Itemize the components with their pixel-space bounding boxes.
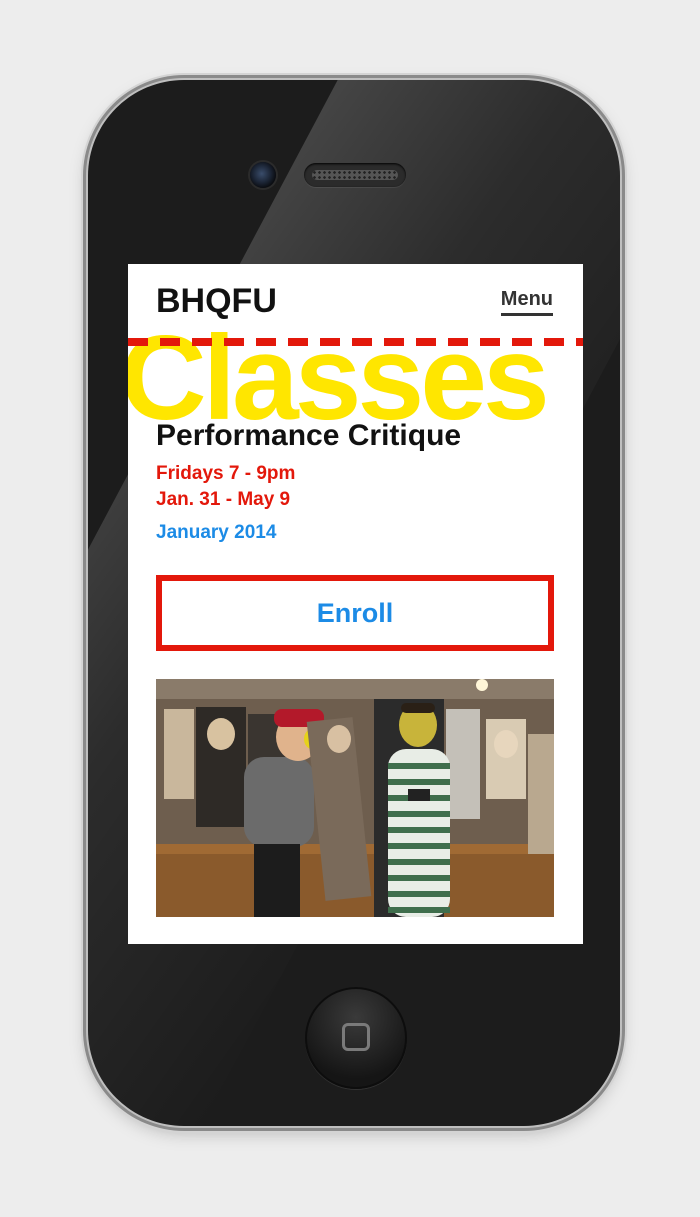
site-logo[interactable]: BHQFU bbox=[156, 284, 277, 318]
front-camera-icon bbox=[250, 162, 276, 188]
home-button[interactable] bbox=[305, 987, 407, 1089]
class-photo bbox=[156, 679, 554, 917]
class-schedule-dates: Jan. 31 - May 9 bbox=[156, 489, 291, 510]
class-term: January 2014 bbox=[156, 522, 277, 543]
earpiece-speaker bbox=[304, 163, 406, 187]
home-square-icon bbox=[342, 1023, 370, 1051]
performance-photo-icon bbox=[156, 679, 554, 917]
enroll-button[interactable]: Enroll bbox=[156, 575, 554, 651]
class-title: Performance Critique bbox=[156, 419, 462, 452]
phone-screen: Classes BHQFU Menu Performance Critique … bbox=[128, 264, 583, 944]
speaker-grill bbox=[312, 170, 398, 180]
dashed-divider bbox=[128, 338, 583, 346]
menu-link[interactable]: Menu bbox=[500, 289, 553, 316]
device-stage: Classes BHQFU Menu Performance Critique … bbox=[0, 0, 700, 1217]
class-schedule-time: Fridays 7 - 9pm bbox=[156, 463, 296, 484]
